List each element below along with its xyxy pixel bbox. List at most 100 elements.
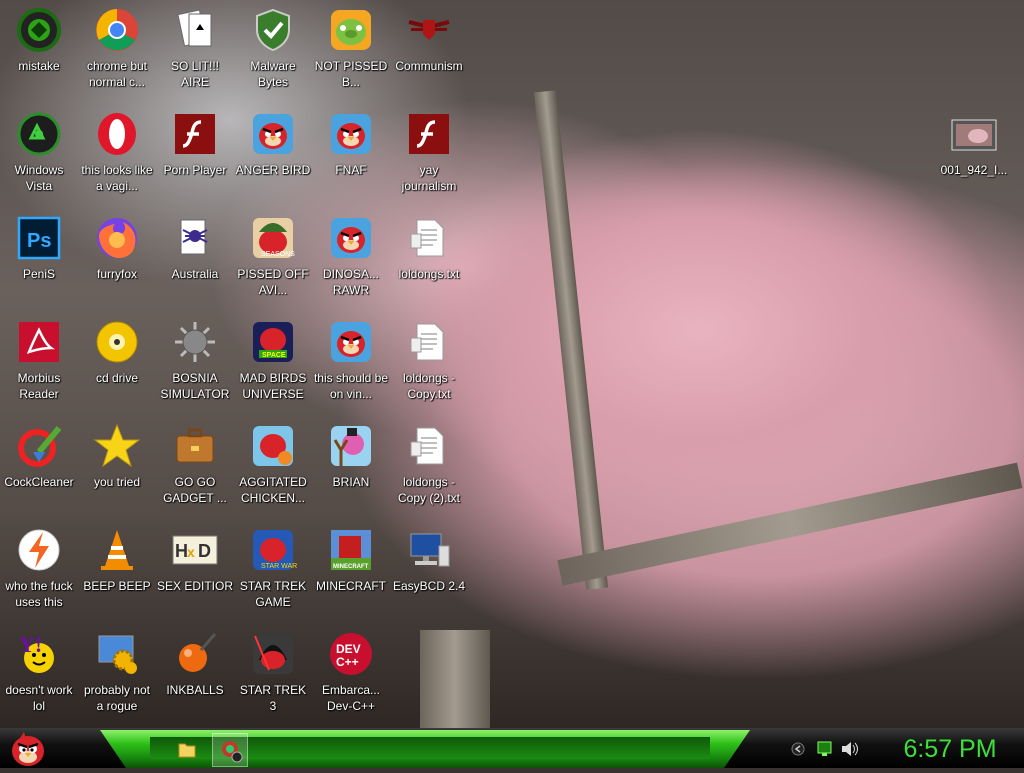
desktop-icon-label: BOSNIA SIMULATOR (160, 371, 230, 401)
desktop-icon-label: STAR TREK 3 (239, 683, 307, 713)
desktop-icon-label: BEEP BEEP (83, 579, 151, 593)
desktop-icon[interactable]: you tried (78, 416, 156, 516)
opera-icon (93, 110, 141, 158)
desktop-icon[interactable]: Porn Player (156, 104, 234, 204)
desktop-icon[interactable]: who the fuck uses this (0, 520, 78, 620)
winged-shield-icon (405, 6, 453, 54)
desktop-icon[interactable]: NOT PISSED B... (312, 0, 390, 100)
desktop-icon-label: cd drive (95, 371, 139, 385)
desktop-icon[interactable]: cd drive (78, 312, 156, 412)
spiked-mine-icon (171, 318, 219, 366)
desktop-icon[interactable]: AGGITATED CHICKEN... (234, 416, 312, 516)
angry-birds-slingshot-icon (327, 422, 375, 470)
desktop-icon[interactable]: BEEP BEEP (78, 520, 156, 620)
desktop-icon[interactable]: SO LIT!!! AIRE (156, 0, 234, 100)
taskbar-clock[interactable]: 6:57 PM (880, 731, 1020, 767)
desktop-icon-label: mistake (18, 59, 60, 73)
desktop-icon[interactable]: CockCleaner (0, 416, 78, 516)
desktop-icon-label: PISSED OFF AVI... (237, 267, 309, 297)
svg-text:Y!: Y! (19, 632, 42, 657)
desktop-icon[interactable]: FNAF (312, 104, 390, 204)
desktop-icon[interactable]: yay journalism (390, 104, 468, 204)
svg-text:STAR WARS: STAR WARS (261, 563, 297, 570)
desktop-icon[interactable]: mistake (0, 0, 78, 100)
image-thumbnail-icon (950, 110, 998, 158)
solitaire-cards-icon (171, 6, 219, 54)
desktop-icon[interactable]: loldongs.txt (390, 208, 468, 308)
desktop-icon[interactable]: loldongs - Copy (2).txt (390, 416, 468, 516)
taskbar-item-media-app[interactable] (212, 733, 248, 767)
desktop-icon[interactable]: Y! doesn't work lol (0, 624, 78, 724)
desktop-icon[interactable]: Ps PeniS (0, 208, 78, 308)
angry-birds-star-wars-icon: STAR WARS (249, 526, 297, 574)
desktop-icon-label: yay journalism (401, 163, 457, 193)
desktop-icon-label: INKBALLS (166, 683, 224, 697)
desktop-icon[interactable]: MINECRAFT MINECRAFT (312, 520, 390, 620)
desktop-icon[interactable]: Communism (390, 0, 468, 100)
network-monitor-icon[interactable] (817, 741, 832, 756)
winamp-bolt-icon (15, 526, 63, 574)
desktop-icon[interactable]: probably not a rogue (78, 624, 156, 724)
desktop-icon[interactable]: DEV C++ Embarca... Dev-C++ (312, 624, 390, 724)
desktop-icon-label: loldongs.txt (398, 267, 460, 281)
text-file-icon (405, 214, 453, 262)
start-button[interactable] (6, 730, 50, 768)
desktop-icon[interactable]: chrome but normal c... (78, 0, 156, 100)
desktop-icon[interactable]: Morbius Reader (0, 312, 78, 412)
desktop-icon-label: STAR TREK GAME (239, 579, 307, 609)
wallpaper-metal-post (420, 630, 490, 728)
dev-cpp-icon: DEV C++ (327, 630, 375, 678)
angry-birds-rio-icon (249, 422, 297, 470)
star-icon (93, 422, 141, 470)
desktop-icon[interactable]: loldongs - Copy.txt (390, 312, 468, 412)
desktop-icon[interactable]: furryfox (78, 208, 156, 308)
text-file-icon (405, 318, 453, 366)
desktop-icon-label: Australia (171, 267, 219, 281)
desktop-icon[interactable]: 001_942_I... (935, 104, 1013, 204)
desktop-icon-label: ANGER BIRD (235, 163, 311, 177)
desktop-icon[interactable]: BOSNIA SIMULATOR (156, 312, 234, 412)
desktop-icon-label: you tried (93, 475, 141, 489)
desktop-icon[interactable]: SEASONS PISSED OFF AVI... (234, 208, 312, 308)
volume-icon[interactable] (842, 742, 858, 756)
desktop-icon-label: NOT PISSED B... (314, 59, 388, 89)
desktop-icon-label: Malware Bytes (250, 59, 296, 89)
shield-check-icon (249, 6, 297, 54)
desktop-icon-label: doesn't work lol (5, 683, 73, 713)
yahoo-messenger-icon: Y! (15, 630, 63, 678)
desktop-icon[interactable]: Windows Vista (0, 104, 78, 204)
inkball-icon (171, 630, 219, 678)
desktop-icon[interactable]: STAR WARS STAR TREK GAME (234, 520, 312, 620)
hxd-icon: HxD (171, 526, 219, 574)
desktop-icon[interactable]: Australia (156, 208, 234, 308)
desktop-icon[interactable]: this looks like a vagi... (78, 104, 156, 204)
desktop-icon[interactable]: this should be on vin... (312, 312, 390, 412)
desktop-icon[interactable]: ANGER BIRD (234, 104, 312, 204)
desktop-icon[interactable]: Hx D SEX EDITIOR (156, 520, 234, 620)
pdf-reader-icon (15, 318, 63, 366)
svg-text:SEASONS: SEASONS (261, 251, 295, 258)
desktop-icon[interactable]: Malware Bytes (234, 0, 312, 100)
desktop-icon-label: furryfox (96, 267, 137, 281)
desktop-icon-label: Porn Player (163, 163, 227, 177)
desktop-icon[interactable]: INKBALLS (156, 624, 234, 724)
photoshop-icon: Ps (15, 214, 63, 262)
angry-bird-start-icon (12, 732, 44, 766)
angry-bird-icon (327, 110, 375, 158)
desktop-icon-label: 001_942_I... (940, 163, 1008, 177)
tray-arrow-icon[interactable] (791, 742, 805, 756)
desktop-icon[interactable]: DINOSA... RAWR (312, 208, 390, 308)
svg-text:SPACE: SPACE (262, 352, 286, 359)
text-file-icon (405, 422, 453, 470)
desktop-icon[interactable]: EasyBCD 2.4 (390, 520, 468, 620)
desktop-icon[interactable]: STAR TREK 3 (234, 624, 312, 724)
svg-text:MINECRAFT: MINECRAFT (333, 564, 369, 570)
taskbar-item-folder[interactable] (170, 733, 204, 765)
desktop-icon[interactable]: BRIAN (312, 416, 390, 516)
desktop-icon-label: BRIAN (332, 475, 370, 489)
desktop-icon-label: loldongs - Copy.txt (402, 371, 456, 401)
desktop-icon[interactable]: GO GO GADGET ... (156, 416, 234, 516)
desktop-icon[interactable]: SPACE MAD BIRDS UNIVERSE (234, 312, 312, 412)
desktop-icon-label: Windows Vista (14, 163, 64, 193)
desktop-icon-label: GO GO GADGET ... (163, 475, 227, 505)
